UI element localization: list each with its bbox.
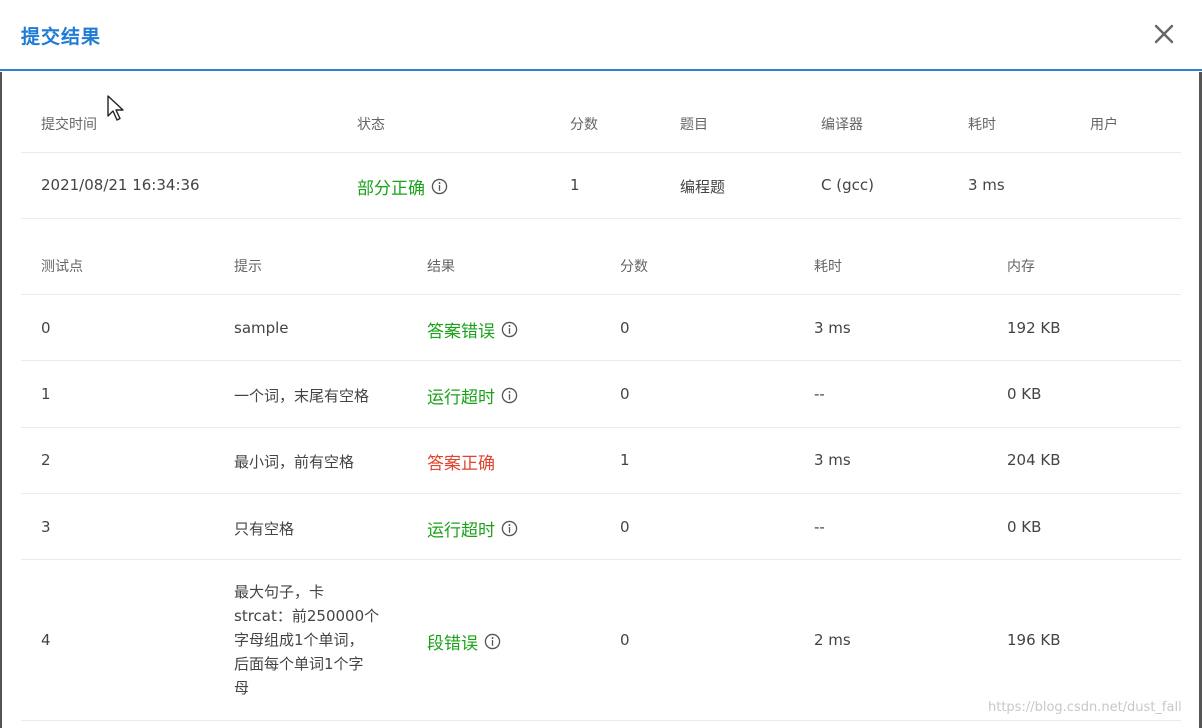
watermark: https://blog.csdn.net/dust_fall xyxy=(988,700,1182,715)
test-hint: sample xyxy=(234,319,289,337)
summary-score: 1 xyxy=(570,176,580,194)
test-point: 1 xyxy=(41,385,51,403)
test-point: 4 xyxy=(41,631,51,649)
info-icon[interactable] xyxy=(501,387,518,404)
test-hint-line: 字母组成1个单词， xyxy=(234,631,364,649)
test-point: 2 xyxy=(41,451,51,469)
summary-compiler: C (gcc) xyxy=(821,176,874,194)
test-result[interactable]: 运行超时 xyxy=(427,516,518,541)
info-icon[interactable] xyxy=(501,321,518,338)
test-hint: 最小词，前有空格 xyxy=(234,453,355,471)
test-result-label: 段错误 xyxy=(427,634,478,654)
divider xyxy=(21,720,1181,721)
test-score: 0 xyxy=(620,319,630,337)
test-elapsed: 2 ms xyxy=(814,631,851,649)
tests-header-result: 结果 xyxy=(427,259,455,275)
divider xyxy=(21,294,1181,295)
summary-elapsed: 3 ms xyxy=(968,176,1005,194)
test-result-label: 答案错误 xyxy=(427,322,495,342)
divider xyxy=(21,360,1181,361)
tests-header-point: 测试点 xyxy=(41,259,83,275)
test-result-label: 答案正确 xyxy=(427,454,495,474)
test-score: 0 xyxy=(620,518,630,536)
window-edge-left xyxy=(0,72,2,728)
test-hint-line: 母 xyxy=(234,679,250,697)
info-icon[interactable] xyxy=(501,520,518,537)
info-icon[interactable] xyxy=(431,178,448,195)
summary-header-problem: 题目 xyxy=(680,117,708,133)
submission-result-dialog: 提交结果 提交时间 状态 分数 题目 编译器 耗时 用户 2021/08/21 … xyxy=(0,0,1202,728)
summary-status-label: 部分正确 xyxy=(357,179,425,199)
divider xyxy=(21,493,1181,494)
info-icon[interactable] xyxy=(484,633,501,650)
test-hint: 只有空格 xyxy=(234,520,295,538)
summary-header-user: 用户 xyxy=(1090,117,1118,133)
summary-header-compiler: 编译器 xyxy=(821,117,863,133)
test-score: 1 xyxy=(620,451,630,469)
divider xyxy=(21,427,1181,428)
test-memory: 0 KB xyxy=(1007,385,1042,403)
test-result: 答案正确 xyxy=(427,449,495,474)
test-point: 3 xyxy=(41,518,51,536)
test-point: 0 xyxy=(41,319,51,337)
summary-header-elapsed: 耗时 xyxy=(968,117,996,133)
test-hint-line: 后面每个单词1个字 xyxy=(234,655,364,673)
divider xyxy=(21,152,1181,153)
test-result[interactable]: 运行超时 xyxy=(427,383,518,408)
test-result-label: 运行超时 xyxy=(427,388,495,408)
test-result[interactable]: 答案错误 xyxy=(427,317,518,342)
test-memory: 204 KB xyxy=(1007,451,1061,469)
dialog-title: 提交结果 xyxy=(21,26,102,48)
tests-header-hint: 提示 xyxy=(234,259,262,275)
test-score: 0 xyxy=(620,631,630,649)
tests-header-memory: 内存 xyxy=(1007,259,1035,275)
test-hint-line: 最大句子，卡 xyxy=(234,583,325,601)
test-memory: 192 KB xyxy=(1007,319,1061,337)
summary-status[interactable]: 部分正确 xyxy=(357,174,448,199)
tests-header-score: 分数 xyxy=(620,259,648,275)
dialog-header: 提交结果 xyxy=(0,0,1202,71)
test-memory: 196 KB xyxy=(1007,631,1061,649)
test-elapsed: -- xyxy=(814,385,825,403)
test-score: 0 xyxy=(620,385,630,403)
test-elapsed: -- xyxy=(814,518,825,536)
divider xyxy=(21,559,1181,560)
summary-problem[interactable]: 编程题 xyxy=(680,176,725,197)
test-result-label: 运行超时 xyxy=(427,521,495,541)
divider xyxy=(21,218,1181,219)
summary-time: 2021/08/21 16:34:36 xyxy=(41,176,200,194)
test-hint: 最大句子，卡 strcat：前250000个 字母组成1个单词， 后面每个单词1… xyxy=(234,580,394,700)
summary-header-status: 状态 xyxy=(357,117,385,133)
summary-header-score: 分数 xyxy=(570,117,598,133)
mouse-cursor-icon xyxy=(107,95,124,121)
test-memory: 0 KB xyxy=(1007,518,1042,536)
summary-header-time: 提交时间 xyxy=(41,117,97,133)
test-elapsed: 3 ms xyxy=(814,451,851,469)
tests-header-elapsed: 耗时 xyxy=(814,259,842,275)
test-elapsed: 3 ms xyxy=(814,319,851,337)
test-result[interactable]: 段错误 xyxy=(427,629,501,654)
test-hint-line: strcat：前250000个 xyxy=(234,607,380,625)
test-hint: 一个词，末尾有空格 xyxy=(234,387,370,405)
close-icon[interactable] xyxy=(1150,20,1178,48)
